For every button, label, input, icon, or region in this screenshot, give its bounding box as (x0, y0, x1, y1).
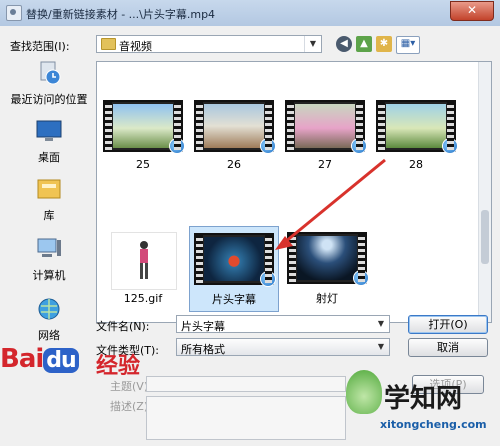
dialog-body: 查找范围(I): 音视频 ▼ ◀ ▲ ✱ ▦▾ 最近访问的位置 桌面 库 计算机… (0, 26, 500, 446)
computer-icon (37, 238, 61, 257)
place-computer[interactable]: 计算机 (6, 236, 92, 283)
close-button[interactable]: ✕ (450, 1, 494, 21)
chevron-down-icon: ▼ (377, 319, 385, 328)
place-desktop[interactable]: 桌面 (6, 118, 92, 165)
chevron-down-icon: ▼ (377, 342, 385, 351)
lookin-value: 音视频 (119, 40, 152, 53)
lookin-dropdown[interactable]: 音视频 ▼ (96, 35, 322, 53)
network-icon (38, 298, 60, 320)
filetype-dropdown[interactable]: 所有格式 ▼ (176, 338, 390, 356)
app-icon (6, 5, 22, 21)
desktop-icon (36, 120, 62, 141)
back-button[interactable]: ◀ (336, 36, 352, 52)
baidu-text: Bai (0, 344, 44, 374)
up-folder-button[interactable]: ▲ (356, 36, 372, 52)
scrollbar-thumb[interactable] (481, 210, 489, 264)
filename-input[interactable]: 片头字幕 ▼ (176, 315, 390, 333)
description-input[interactable] (146, 396, 346, 440)
arrow-annotation (275, 158, 386, 250)
cancel-button[interactable]: 取消 (408, 338, 488, 357)
window-title: 替换/重新链接素材 - ...\片头字幕.mp4 (26, 8, 216, 21)
vertical-scrollbar[interactable] (478, 62, 491, 322)
places-bar: 最近访问的位置 桌面 库 计算机 网络 (6, 56, 92, 346)
view-menu-button[interactable]: ▦▾ (396, 36, 420, 54)
baidu-du-text: du (43, 348, 79, 373)
file-list[interactable]: 25 26 27 28 125.gif 片头字幕 射灯 (96, 61, 492, 323)
place-label: 库 (43, 209, 55, 222)
place-label: 最近访问的位置 (10, 93, 88, 106)
lookin-label: 查找范围(I): (10, 40, 70, 53)
folder-icon (101, 38, 116, 50)
jingyan-watermark: 经验 (96, 354, 141, 379)
filename-label: 文件名(N): (96, 320, 150, 333)
place-label: 网络 (38, 329, 60, 342)
place-network[interactable]: 网络 (6, 296, 92, 343)
place-label: 桌面 (38, 151, 60, 164)
filetype-value: 所有格式 (181, 343, 225, 356)
place-library[interactable]: 库 (6, 176, 92, 223)
subject-input[interactable] (146, 376, 346, 392)
new-folder-button[interactable]: ✱ (376, 36, 392, 52)
recent-places-icon (40, 61, 61, 85)
open-button[interactable]: 打开(O) (408, 315, 488, 334)
baidu-watermark: Bai du (0, 344, 79, 374)
xitong-logo-icon (346, 370, 382, 414)
library-icon (37, 179, 61, 199)
title-bar: 替换/重新链接素材 - ...\片头字幕.mp4 ✕ (0, 0, 500, 27)
filename-value: 片头字幕 (181, 320, 225, 333)
chevron-down-icon: ▼ (304, 36, 321, 52)
place-recent[interactable]: 最近访问的位置 (6, 60, 92, 107)
xitong-watermark: 学知网 (384, 384, 463, 414)
xitong-url: xitongcheng.com (380, 418, 487, 431)
place-label: 计算机 (32, 269, 66, 282)
